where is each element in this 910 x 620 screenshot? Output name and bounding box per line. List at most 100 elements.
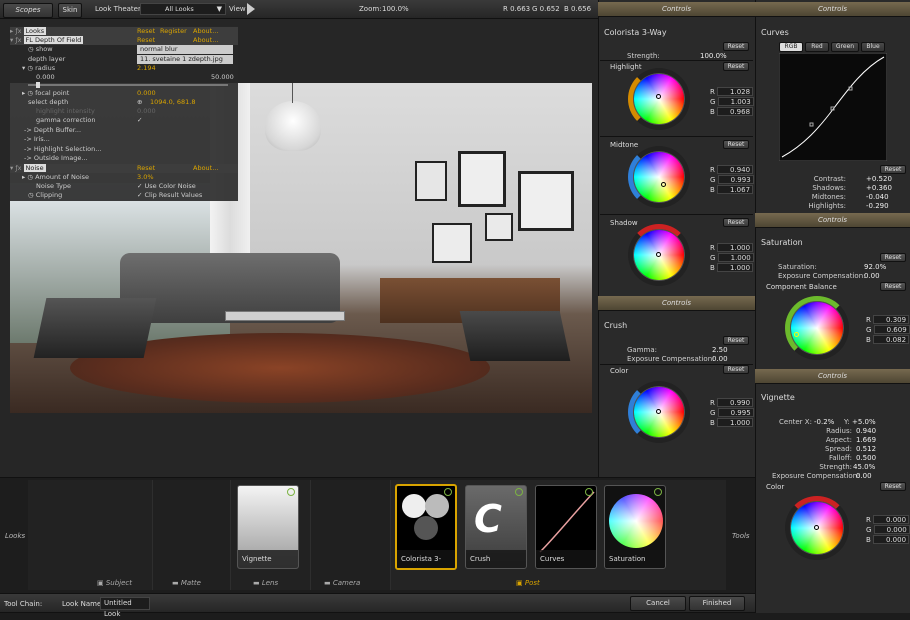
contrast-value[interactable]: +0.520 (866, 175, 892, 183)
power-icon[interactable] (515, 488, 523, 496)
wheel-puck[interactable] (794, 332, 799, 337)
midtone-g[interactable]: G 0.993 (710, 175, 754, 184)
wheel-puck[interactable] (656, 94, 661, 99)
crush-b[interactable]: B 1.000 (710, 418, 754, 427)
crush-tool-tile[interactable]: C Crush (465, 485, 527, 569)
saturation-reset-button[interactable]: Reset (880, 253, 906, 262)
power-icon[interactable] (654, 488, 662, 496)
dof-row[interactable]: ▾ ƒx FL Depth Of Field Reset About... (10, 36, 238, 45)
crush-g[interactable]: G 0.995 (710, 408, 754, 417)
highlight-selection-row[interactable]: -> Highlight Selection... (10, 145, 238, 154)
center-x-value[interactable]: -0.2% (814, 418, 834, 426)
falloff-value[interactable]: 0.500 (856, 454, 876, 462)
vignette-reset-button[interactable]: Reset (880, 482, 906, 491)
looks-register-link[interactable]: Register (160, 27, 187, 36)
highlight-r[interactable]: R 1.028 (710, 87, 754, 96)
highlight-reset-button[interactable]: Reset (723, 62, 749, 71)
spread-value[interactable]: 0.512 (856, 445, 876, 453)
looks-about-link[interactable]: About... (193, 27, 218, 36)
crush-exposure-value[interactable]: 0.00 (712, 355, 728, 363)
depth-layer-select[interactable]: 11. svetaine 1 zdepth.jpg (137, 55, 233, 64)
saturation-tool-tile[interactable]: Saturation (604, 485, 666, 569)
vignette-exposure-value[interactable]: 0.00 (856, 472, 872, 480)
look-name-input[interactable]: Untitled Look (100, 597, 150, 618)
vignette-tool-tile[interactable]: Vignette (237, 485, 299, 569)
gamma-checkbox[interactable]: ✓ (137, 116, 142, 125)
show-select[interactable]: normal blur (137, 45, 233, 54)
shadow-b[interactable]: B 1.000 (710, 263, 754, 272)
shadows-value[interactable]: +0.360 (866, 184, 892, 192)
component-b[interactable]: B 0.082 (866, 335, 910, 344)
cancel-button[interactable]: Cancel (630, 596, 686, 611)
dof-reset-link[interactable]: Reset (137, 36, 155, 45)
component-color-wheel[interactable] (791, 302, 843, 354)
vignette-color-wheel[interactable] (791, 502, 843, 554)
component-reset-button[interactable]: Reset (880, 282, 906, 291)
vignette-b[interactable]: B 0.000 (866, 535, 910, 544)
center-y-value[interactable]: +5.0% (852, 418, 876, 426)
noise-row[interactable]: ▾ ƒx Noise Reset About... (10, 164, 238, 173)
lens-section-label[interactable]: ▬ Lens (253, 579, 278, 587)
midtones-value[interactable]: -0.040 (866, 193, 889, 201)
component-r[interactable]: R 0.309 (866, 315, 910, 324)
amount-value[interactable]: 3.0% (137, 173, 154, 182)
curves-tab-blue[interactable]: Blue (861, 42, 885, 52)
highlight-g[interactable]: G 1.003 (710, 97, 754, 106)
saturation-value[interactable]: 92.0% (864, 263, 886, 271)
highlight-b[interactable]: B 0.968 (710, 107, 754, 116)
looks-select[interactable]: All Looks ▼ (140, 3, 226, 15)
dof-about-link[interactable]: About... (193, 36, 218, 45)
highlights-value[interactable]: -0.290 (866, 202, 889, 210)
crush-color-wheel[interactable] (634, 387, 684, 437)
midtone-reset-button[interactable]: Reset (723, 140, 749, 149)
wheel-puck[interactable] (661, 182, 666, 187)
vignette-radius-value[interactable]: 0.940 (856, 427, 876, 435)
curves-tab-green[interactable]: Green (831, 42, 859, 52)
iris-row[interactable]: -> Iris... (10, 135, 238, 144)
view-label[interactable]: View (229, 5, 246, 13)
clipping-checkbox[interactable]: ✓ Clip Result Values (137, 191, 202, 200)
matte-section-label[interactable]: ▬ Matte (172, 579, 201, 587)
midtone-b[interactable]: B 1.067 (710, 185, 754, 194)
aspect-value[interactable]: 1.669 (856, 436, 876, 444)
colorista-reset-button[interactable]: Reset (723, 42, 749, 51)
vignette-g[interactable]: G 0.000 (866, 525, 910, 534)
scopes-button[interactable]: Scopes (3, 3, 53, 18)
radius-value[interactable]: 2.194 (137, 64, 156, 73)
curves-graph[interactable] (779, 53, 887, 161)
power-icon[interactable] (287, 488, 295, 496)
curves-tab-red[interactable]: Red (805, 42, 829, 52)
select-depth-value[interactable]: 1094.0, 681.8 (150, 98, 195, 107)
wheel-puck[interactable] (656, 409, 661, 414)
saturation-exposure-value[interactable]: 0.00 (864, 272, 880, 280)
wheel-puck[interactable] (814, 525, 819, 530)
looks-row[interactable]: ▸ ƒx Looks Reset Register About... (10, 27, 238, 36)
colorista-tool-tile[interactable]: Colorista 3-Way (395, 484, 457, 570)
shadow-r[interactable]: R 1.000 (710, 243, 754, 252)
noise-type-checkbox[interactable]: ✓ Use Color Noise (137, 182, 196, 191)
noise-reset-link[interactable]: Reset (137, 164, 155, 173)
highlight-color-wheel[interactable] (634, 74, 684, 124)
shadow-g[interactable]: G 1.000 (710, 253, 754, 262)
wheel-puck[interactable] (656, 252, 661, 257)
focal-point-value[interactable]: 0.000 (137, 89, 156, 98)
crush-color-reset-button[interactable]: Reset (723, 365, 749, 374)
camera-section-label[interactable]: ▬ Camera (324, 579, 360, 587)
vignette-strength-value[interactable]: 45.0% (853, 463, 875, 471)
depth-buffer-row[interactable]: -> Depth Buffer... (10, 126, 238, 135)
shadow-reset-button[interactable]: Reset (723, 218, 749, 227)
power-icon[interactable] (585, 488, 593, 496)
shadow-color-wheel[interactable] (634, 230, 684, 280)
strength-value[interactable]: 100.0% (700, 52, 727, 60)
outside-image-row[interactable]: -> Outside Image... (10, 154, 238, 163)
midtone-color-wheel[interactable] (634, 152, 684, 202)
curves-tool-tile[interactable]: Curves (535, 485, 597, 569)
crush-r[interactable]: R 0.990 (710, 398, 754, 407)
noise-about-link[interactable]: About... (193, 164, 218, 173)
power-icon[interactable] (444, 488, 452, 496)
skin-button[interactable]: Skin (58, 3, 82, 18)
midtone-r[interactable]: R 0.940 (710, 165, 754, 174)
expand-icon[interactable]: ▾ ◷ (10, 64, 35, 72)
radius-slider-thumb[interactable] (36, 82, 40, 88)
subject-section-label[interactable]: ▣ Subject (97, 579, 132, 587)
